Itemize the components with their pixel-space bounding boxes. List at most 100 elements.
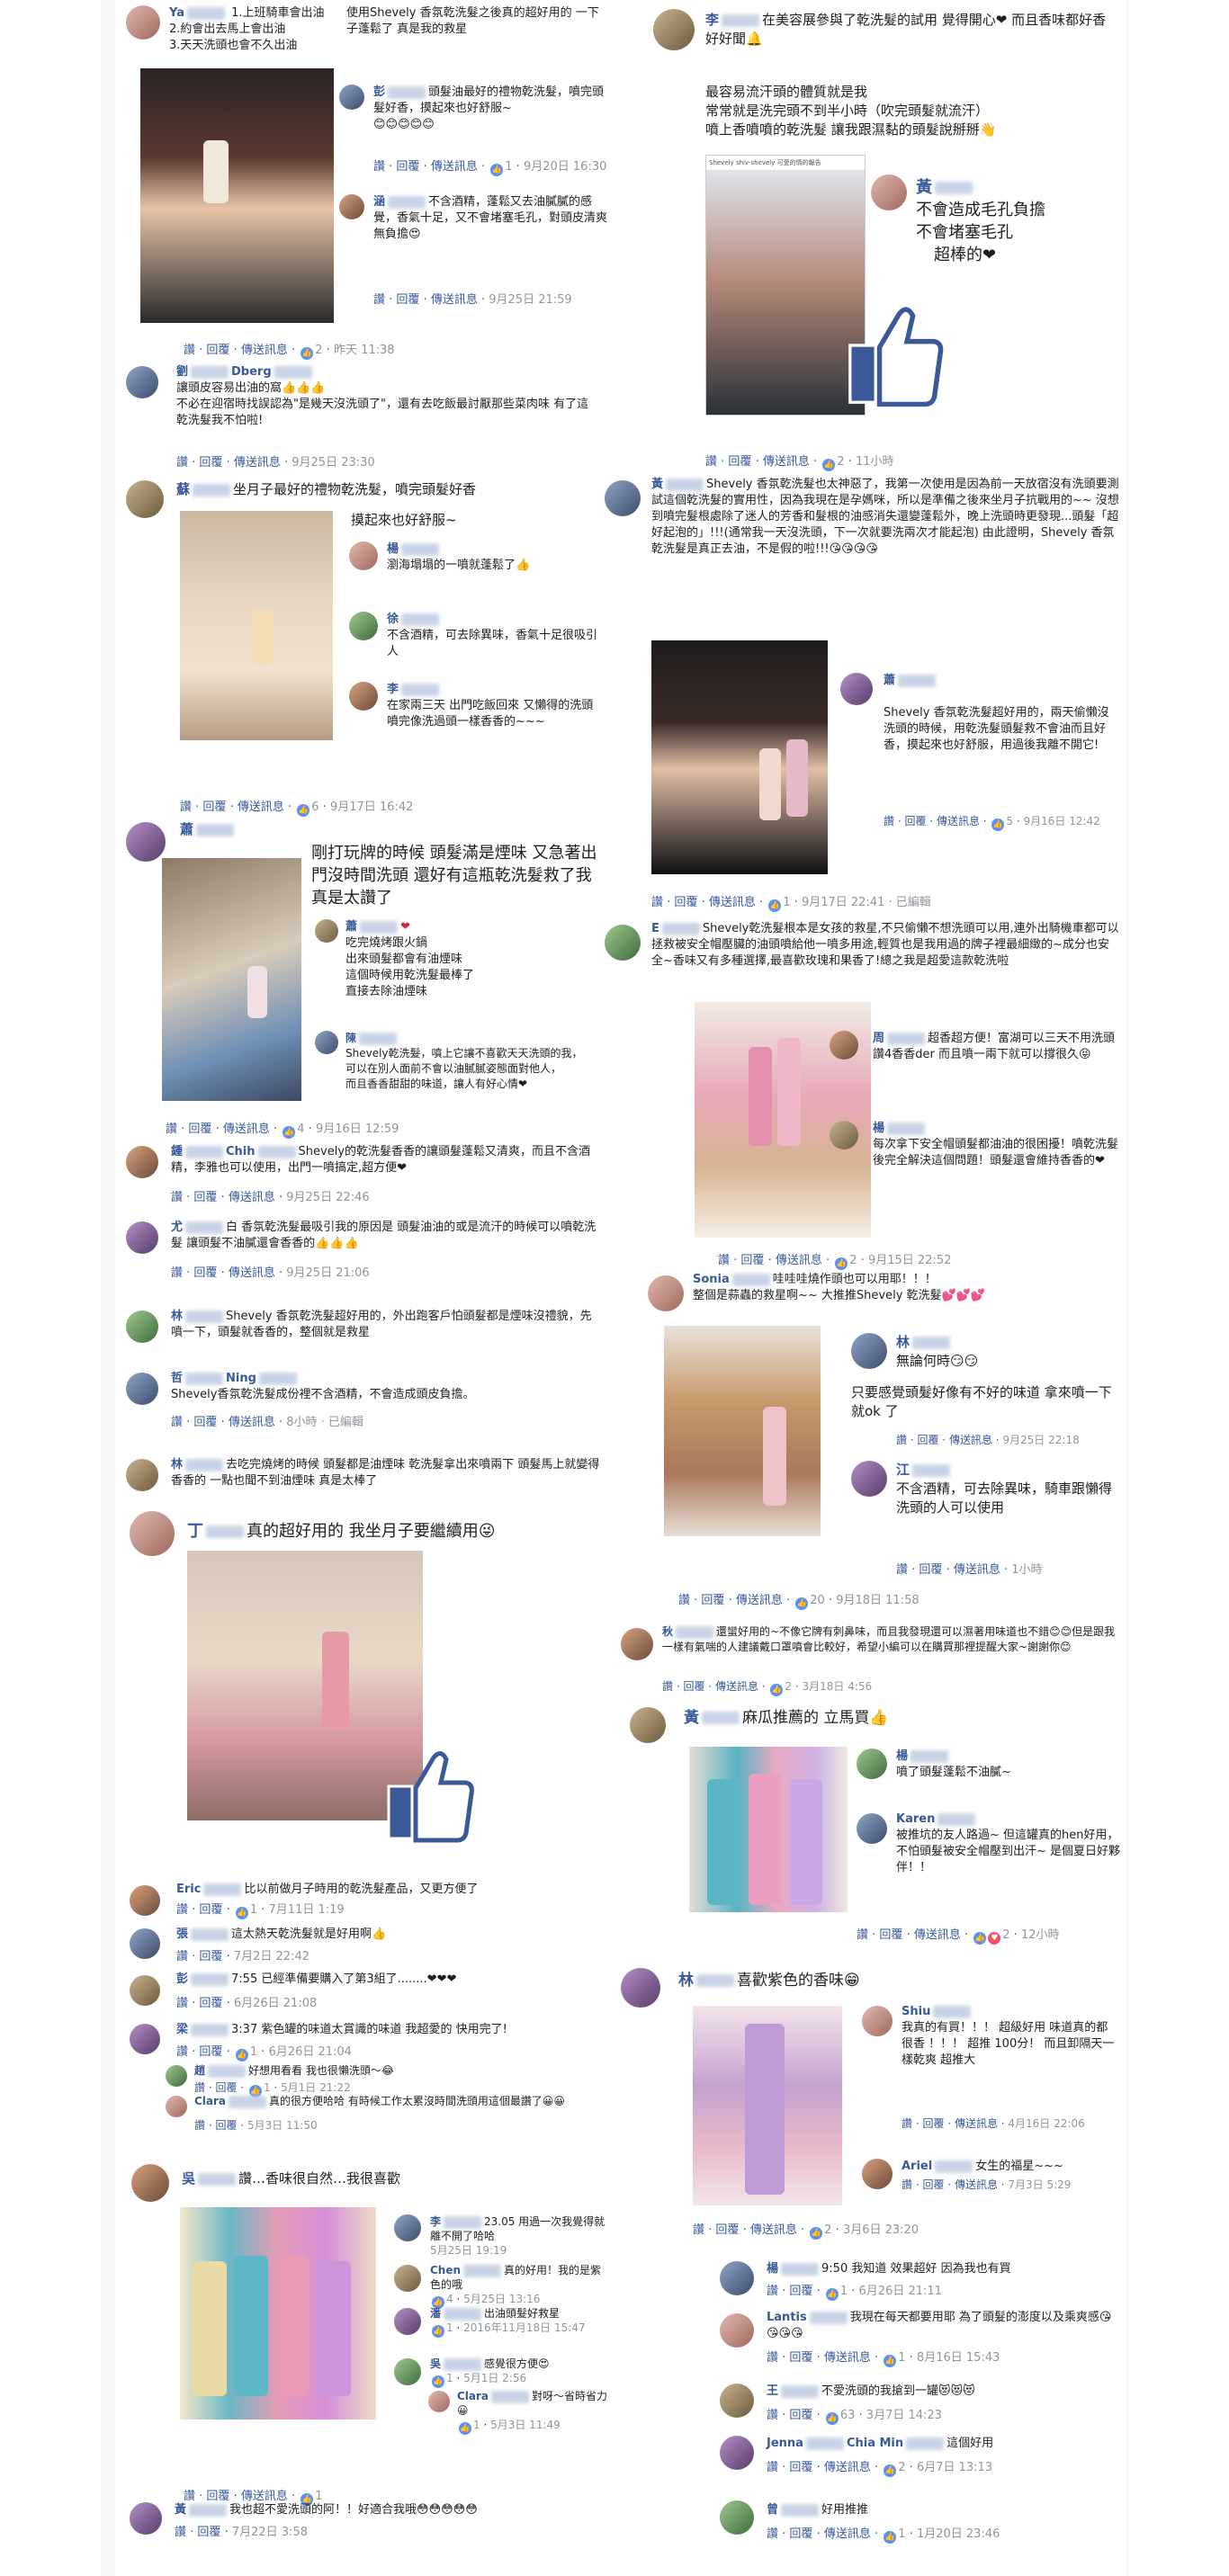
reply-link[interactable]: 回覆 <box>789 2285 812 2298</box>
timestamp[interactable]: 昨天 11:38 <box>334 344 395 357</box>
avatar[interactable] <box>349 612 378 640</box>
like-link[interactable]: 讚 <box>176 2045 188 2059</box>
timestamp[interactable]: 9月25日 22:46 <box>286 1191 369 1204</box>
timestamp[interactable]: 8月16日 15:43 <box>917 2351 1000 2365</box>
commenter-name[interactable]: 黃 <box>175 2503 186 2517</box>
timestamp[interactable]: 7月22日 3:58 <box>232 2526 308 2539</box>
commenter-name[interactable]: 鍾 <box>171 1145 183 1158</box>
like-link[interactable]: 讚 <box>176 1950 188 1963</box>
avatar[interactable] <box>394 2214 421 2241</box>
avatar[interactable] <box>339 85 364 110</box>
timestamp[interactable]: 9月16日 12:59 <box>316 1123 399 1136</box>
reply-link[interactable]: 回覆 <box>206 2490 229 2503</box>
avatar[interactable] <box>621 1628 653 1660</box>
commenter-name[interactable]: 王 <box>767 2384 778 2398</box>
commenter-name[interactable]: Ya <box>169 6 184 20</box>
like-link[interactable]: 讚 <box>176 1903 188 1917</box>
child-photo[interactable] <box>162 858 301 1101</box>
avatar[interactable] <box>126 1373 158 1405</box>
like-link[interactable]: 讚 <box>767 2285 778 2298</box>
like-link[interactable]: 讚 <box>896 1563 908 1577</box>
message-link[interactable]: 傳送訊息 <box>750 2223 797 2237</box>
reply-link[interactable]: 回覆 <box>193 1416 217 1429</box>
reply-link[interactable]: 回覆 <box>789 2351 812 2365</box>
timestamp[interactable]: 7月3日 5:29 <box>1008 2178 1071 2191</box>
like-link[interactable]: 讚 <box>902 2178 912 2191</box>
avatar[interactable] <box>126 1459 158 1491</box>
reply-link[interactable]: 回覆 <box>199 1997 222 2010</box>
avatar[interactable] <box>315 919 338 943</box>
timestamp[interactable]: 11小時 <box>856 455 894 469</box>
avatar[interactable] <box>428 2391 450 2412</box>
avatar[interactable] <box>605 925 641 961</box>
commenter-name[interactable]: 林 <box>171 1458 183 1471</box>
avatar[interactable] <box>857 1813 887 1844</box>
reply-link[interactable]: 回覆 <box>917 1434 938 1446</box>
commenter-name[interactable]: 丁 <box>187 1522 203 1541</box>
product-photo[interactable] <box>689 1747 848 1912</box>
timestamp[interactable]: 6月26日 21:08 <box>234 1997 317 2010</box>
avatar[interactable] <box>130 1975 160 2006</box>
avatar[interactable] <box>394 2308 421 2335</box>
like-link[interactable]: 讚 <box>902 2117 912 2130</box>
message-link[interactable]: 傳送訊息 <box>954 1563 1000 1577</box>
reply-link[interactable]: 回覆 <box>202 801 226 814</box>
like-link[interactable]: 讚 <box>693 2223 704 2237</box>
commenter-name[interactable]: 蕭 <box>345 920 357 934</box>
reply-link[interactable]: 回覆 <box>193 1191 217 1204</box>
like-link[interactable]: 讚 <box>884 815 894 827</box>
timestamp[interactable]: 3月18日 4:56 <box>803 1680 873 1693</box>
avatar[interactable] <box>653 9 695 50</box>
timestamp[interactable]: 1小時 <box>1011 1563 1042 1577</box>
timestamp[interactable]: 6月26日 21:11 <box>859 2285 942 2298</box>
like-link[interactable]: 讚 <box>184 2490 195 2503</box>
timestamp[interactable]: 2016年11月18日 15:47 <box>463 2321 585 2334</box>
timestamp[interactable]: 3月7日 14:23 <box>866 2409 942 2422</box>
commenter-name[interactable]: Clara <box>194 2095 226 2107</box>
commenter-name[interactable]: 李 <box>387 683 399 696</box>
like-link[interactable]: 讚 <box>194 2081 205 2094</box>
commenter-name[interactable]: 彭 <box>373 85 385 99</box>
commenter-name[interactable]: Chia Min <box>847 2437 903 2450</box>
like-link[interactable]: 讚 <box>857 1928 868 1942</box>
commenter-name[interactable]: 黃 <box>916 178 932 197</box>
timestamp[interactable]: 1月20日 23:46 <box>917 2527 1000 2541</box>
commenter-name[interactable]: 林 <box>171 1310 183 1323</box>
product-photo[interactable] <box>180 2207 376 2419</box>
avatar[interactable] <box>394 2265 421 2292</box>
avatar[interactable] <box>126 1146 158 1178</box>
avatar[interactable] <box>126 366 158 398</box>
timestamp[interactable]: 5月25日 19:19 <box>430 2244 507 2257</box>
reply-link[interactable]: 回覆 <box>922 2178 944 2191</box>
reply-link[interactable]: 回覆 <box>683 1680 704 1693</box>
like-link[interactable]: 讚 <box>171 1191 183 1204</box>
message-link[interactable]: 傳送訊息 <box>824 2527 871 2541</box>
like-link[interactable]: 讚 <box>373 293 385 307</box>
reply-link[interactable]: 回覆 <box>879 1928 902 1942</box>
reply-link[interactable]: 回覆 <box>674 896 697 909</box>
message-link[interactable]: 傳送訊息 <box>229 1266 275 1280</box>
commenter-name[interactable]: 梁 <box>176 2023 188 2036</box>
commenter-name[interactable]: 張 <box>176 1928 188 1941</box>
avatar[interactable] <box>130 1511 175 1556</box>
commenter-name[interactable]: Chen <box>430 2264 461 2276</box>
avatar[interactable] <box>851 1461 887 1497</box>
avatar[interactable] <box>339 194 364 219</box>
commenter-name[interactable]: Ariel <box>902 2160 932 2173</box>
timestamp[interactable]: 5月1日 21:22 <box>281 2081 351 2094</box>
commenter-name[interactable]: 楊 <box>767 2262 778 2276</box>
message-link[interactable]: 傳送訊息 <box>914 1928 961 1942</box>
message-link[interactable]: 傳送訊息 <box>763 455 810 469</box>
avatar[interactable] <box>862 2159 893 2189</box>
timestamp[interactable]: 6月7日 13:13 <box>917 2461 992 2474</box>
timestamp[interactable]: 9月25日 21:59 <box>489 293 571 307</box>
commenter-name[interactable]: 趙 <box>194 2064 205 2077</box>
commenter-name[interactable]: 哲 <box>171 1372 183 1385</box>
commenter-name[interactable]: 李 <box>430 2215 441 2228</box>
commenter-name[interactable]: 楊 <box>387 542 399 556</box>
commenter-name[interactable]: Eric <box>176 1883 201 1896</box>
commenter-name[interactable]: 楊 <box>896 1749 908 1763</box>
commenter-name[interactable]: 秋 <box>662 1625 673 1638</box>
message-link[interactable]: 傳送訊息 <box>431 293 478 307</box>
commenter-name[interactable]: 黃 <box>684 1709 699 1727</box>
